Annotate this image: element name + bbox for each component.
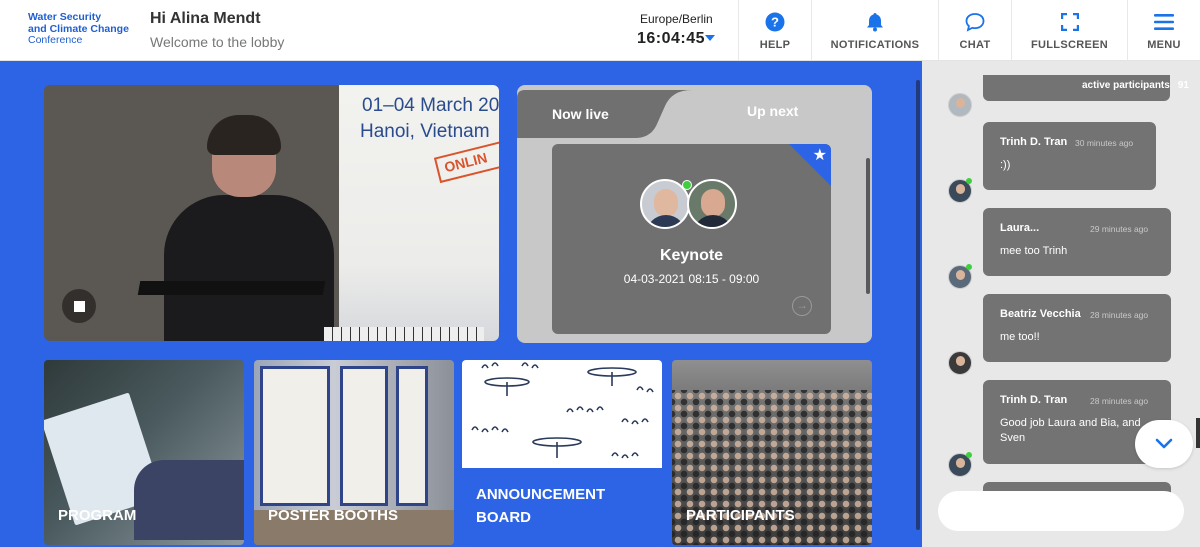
speaker-avatar-2[interactable] xyxy=(687,179,737,229)
video-banner-location: Hanoi, Vietnam xyxy=(360,121,490,142)
notifications-label: NOTIFICATIONS xyxy=(830,38,920,51)
chat-message-time: 28 minutes ago xyxy=(1090,310,1149,320)
chat-message: Beatriz Vecchia 28 minutes ago me too!! xyxy=(983,294,1171,362)
chat-message-author: Trinh D. Tran xyxy=(1000,136,1068,148)
chat-message-text: me too!! xyxy=(1000,331,1040,343)
timezone-label: Europe/Berlin xyxy=(640,12,713,26)
chat-message-author: Beatriz Vecchia xyxy=(1000,308,1081,320)
program-hand-image xyxy=(134,460,244,540)
chat-message-time: 28 minutes ago xyxy=(1090,396,1149,406)
menu-button[interactable]: MENU xyxy=(1127,0,1200,61)
chat-message-time: 29 minutes ago xyxy=(1090,224,1149,234)
poster-board-image xyxy=(340,366,388,506)
announcement-sketch-image xyxy=(462,360,662,468)
announcement-board-tile-label: ANNOUNCEMENT BOARD xyxy=(476,486,606,526)
online-indicator xyxy=(966,452,972,458)
chevron-down-icon[interactable] xyxy=(705,35,715,41)
announcement-board-tile[interactable]: ANNOUNCEMENT BOARD xyxy=(462,360,662,545)
session-time: 04-03-2021 08:15 - 09:00 xyxy=(623,272,760,286)
session-card[interactable]: ★ Keynote 04-03-2021 08:15 - 09:00 → xyxy=(552,144,831,334)
online-indicator xyxy=(682,180,692,190)
fullscreen-button[interactable]: FULLSCREEN xyxy=(1011,0,1127,61)
chat-message-author: Laura... xyxy=(1000,222,1040,234)
session-title: Keynote xyxy=(659,247,724,264)
help-icon: ? xyxy=(765,11,785,33)
avatar-shirt xyxy=(693,215,733,227)
hamburger-menu-icon xyxy=(1154,11,1174,33)
poster-booths-tile[interactable]: POSTER BOOTHS xyxy=(254,360,454,545)
tab-up-next[interactable]: Up next xyxy=(747,103,798,119)
participants-tile-label: PARTICIPANTS xyxy=(686,507,795,524)
tab-now-live[interactable] xyxy=(517,90,692,138)
chat-label: CHAT xyxy=(959,38,991,51)
star-icon[interactable]: ★ xyxy=(813,148,827,164)
main-scrollbar[interactable] xyxy=(916,80,920,530)
svg-text:?: ? xyxy=(771,14,779,29)
avatar-face xyxy=(654,189,678,217)
lobby-subtitle: Welcome to the lobby xyxy=(150,34,285,50)
live-card-scrollbar[interactable] xyxy=(866,158,870,294)
chat-scrollbar[interactable] xyxy=(1196,418,1200,448)
help-label: HELP xyxy=(759,38,791,51)
chat-message: Laura... 29 minutes ago mee too Trinh xyxy=(983,208,1171,276)
chat-message: Trinh D. Tran 30 minutes ago :)) xyxy=(983,122,1156,190)
chat-message-text: :)) xyxy=(1000,159,1011,171)
video-banner-dates: 01–04 March 20 xyxy=(362,95,499,116)
logo-line-1: Water Security xyxy=(28,11,102,23)
menu-label: MENU xyxy=(1147,38,1181,51)
arrow-right-icon[interactable]: → xyxy=(792,296,812,316)
chat-avatar[interactable] xyxy=(948,93,972,117)
avatar-shirt xyxy=(646,215,686,227)
fullscreen-icon xyxy=(1060,11,1079,33)
user-greeting: Hi Alina Mendt xyxy=(150,10,261,27)
top-header: Water Security and Climate Change Confer… xyxy=(0,0,1200,61)
live-video-player[interactable]: 01–04 March 20 Hanoi, Vietnam ONLIN xyxy=(44,85,499,341)
participants-tile[interactable]: PARTICIPANTS xyxy=(672,360,872,545)
stop-icon xyxy=(73,300,85,312)
poster-booths-tile-label: POSTER BOOTHS xyxy=(268,507,399,524)
chat-message-text: mee too Trinh xyxy=(1000,245,1068,257)
chevron-down-icon xyxy=(1155,438,1173,449)
clock-display[interactable]: 16:04:45 xyxy=(637,30,705,48)
logo-line-3: Conference xyxy=(28,34,83,46)
video-speaker-body xyxy=(164,195,334,341)
chat-message-time: 30 minutes ago xyxy=(1075,138,1134,148)
conference-logo[interactable]: Water Security and Climate Change Confer… xyxy=(28,11,138,47)
active-participants-count: 91 xyxy=(1177,80,1189,91)
video-speaker-hair xyxy=(207,115,281,155)
active-participants: active participants 91 xyxy=(1082,80,1189,91)
chat-icon xyxy=(965,11,985,33)
scroll-down-button[interactable] xyxy=(1135,420,1193,468)
video-stop-button[interactable] xyxy=(62,289,96,323)
help-button[interactable]: ? HELP xyxy=(738,0,811,61)
poster-board-image xyxy=(396,366,428,506)
notifications-button[interactable]: NOTIFICATIONS xyxy=(811,0,938,61)
avatar-face xyxy=(701,189,725,217)
program-tile[interactable]: PROGRAM xyxy=(44,360,244,545)
online-indicator xyxy=(966,264,972,270)
video-music-stand xyxy=(137,281,326,295)
chat-button[interactable]: CHAT xyxy=(938,0,1011,61)
poster-board-image xyxy=(260,366,330,506)
chat-avatar[interactable] xyxy=(948,351,972,375)
bell-icon xyxy=(866,11,884,33)
chat-message-input[interactable] xyxy=(938,491,1184,531)
video-keyboard xyxy=(324,327,484,341)
chat-message-author: Trinh D. Tran xyxy=(1000,394,1068,406)
program-tile-label: PROGRAM xyxy=(58,507,137,524)
active-participants-label: active participants xyxy=(1082,80,1170,91)
fullscreen-label: FULLSCREEN xyxy=(1031,38,1108,51)
online-indicator xyxy=(966,178,972,184)
